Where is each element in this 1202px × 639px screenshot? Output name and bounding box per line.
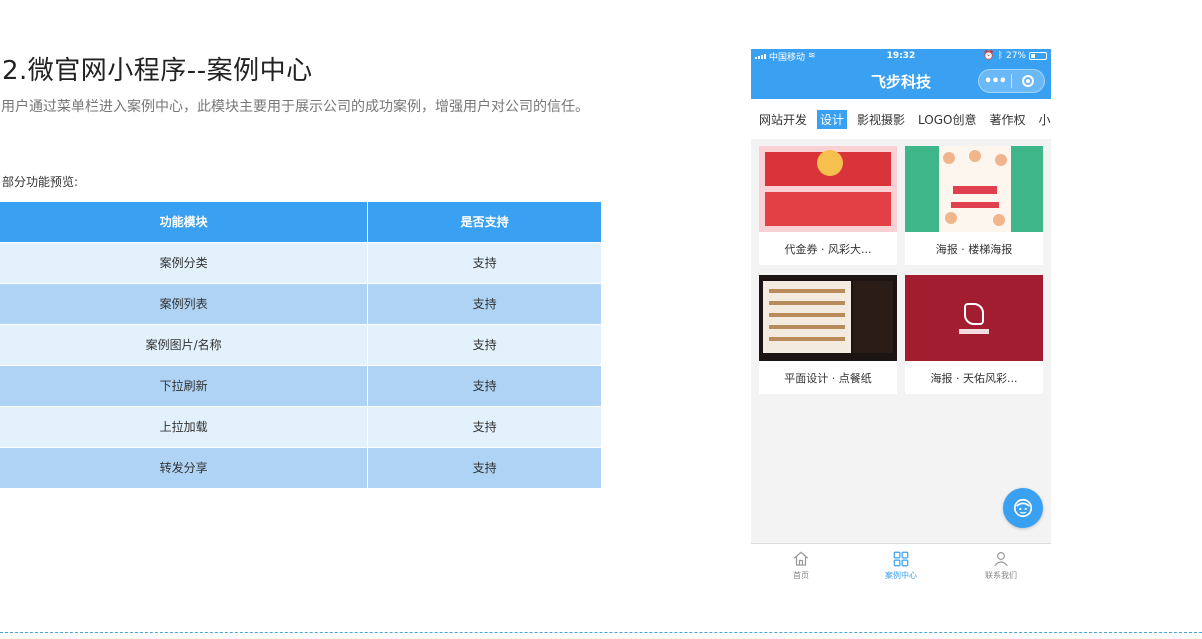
section-divider — [0, 632, 1202, 633]
module-cell: 上拉加载 — [0, 405, 369, 447]
capsule-menu: ••• — [978, 69, 1045, 93]
status-bar: 中国移动 ≋ 19:32 ⏰ ᛒ 27% — [751, 49, 1051, 63]
header-support: 是否支持 — [367, 202, 601, 242]
tab-logo[interactable]: LOGO创意 — [915, 110, 979, 129]
customer-service-button[interactable] — [1003, 488, 1043, 528]
nav-bar: 飞步科技 ••• — [751, 63, 1051, 99]
case-card[interactable]: 平面设计 · 点餐纸 — [759, 275, 897, 394]
tab-video-photo[interactable]: 影视摄影 — [854, 110, 908, 129]
support-cell: 支持 — [367, 323, 601, 365]
tabbar-home[interactable]: 首页 — [751, 544, 851, 589]
bottom-tab-bar: 首页 案例中心 联系我们 — [751, 543, 1051, 589]
section-title: 2.微官网小程序--案例中心 — [2, 56, 313, 86]
module-cell: 下拉刷新 — [0, 364, 369, 406]
table-row: 案例图片/名称 支持 — [0, 323, 601, 365]
table-row: 案例分类 支持 — [0, 241, 601, 283]
case-card[interactable]: 海报 · 楼梯海报 — [905, 146, 1043, 265]
case-thumbnail — [759, 146, 897, 232]
home-icon — [793, 551, 809, 566]
grid-icon — [893, 551, 909, 567]
user-icon — [994, 552, 1008, 567]
table-row: 转发分享 支持 — [0, 446, 601, 488]
tab-website-dev[interactable]: 网站开发 — [756, 110, 810, 129]
module-cell: 案例分类 — [0, 241, 369, 283]
table-header-row: 功能模块 是否支持 — [0, 202, 601, 242]
tabbar-contact[interactable]: 联系我们 — [951, 544, 1051, 589]
support-cell: 支持 — [367, 405, 601, 447]
support-cell: 支持 — [367, 282, 601, 324]
table-row: 案例列表 支持 — [0, 282, 601, 324]
preview-label: 部分功能预览: — [2, 175, 79, 189]
tab-miniprogram[interactable]: 小程 — [1036, 110, 1051, 129]
nav-title: 飞步科技 — [870, 72, 931, 91]
module-cell: 案例图片/名称 — [0, 323, 369, 365]
status-time: 19:32 — [886, 51, 916, 61]
module-cell: 案例列表 — [0, 282, 369, 324]
category-tabs: 网站开发 设计 影视摄影 LOGO创意 著作权 小程 — [751, 99, 1051, 139]
tabbar-label: 首页 — [793, 571, 809, 580]
tab-copyright[interactable]: 著作权 — [987, 110, 1029, 129]
tabbar-case-center[interactable]: 案例中心 — [851, 544, 951, 589]
case-card[interactable]: 海报 · 天佑风彩... — [905, 275, 1043, 394]
table-row: 上拉加载 支持 — [0, 405, 601, 447]
tab-design[interactable]: 设计 — [817, 109, 848, 129]
module-cell: 转发分享 — [0, 446, 369, 488]
table-row: 下拉刷新 支持 — [0, 364, 601, 406]
robot-face-icon — [1013, 498, 1033, 518]
battery-icon — [1029, 52, 1047, 60]
header-module: 功能模块 — [0, 202, 369, 242]
feature-table: 功能模块 是否支持 案例分类 支持 案例列表 支持 案例图片/名称 支持 下拉刷… — [0, 202, 601, 488]
target-icon — [1022, 75, 1034, 87]
support-cell: 支持 — [367, 241, 601, 283]
tabbar-label: 联系我们 — [985, 571, 1017, 580]
case-card[interactable]: 代金券 · 风彩大... — [759, 146, 897, 265]
support-cell: 支持 — [367, 446, 601, 488]
case-caption: 海报 · 天佑风彩... — [930, 371, 1018, 385]
support-cell: 支持 — [367, 364, 601, 406]
case-thumbnail — [759, 275, 897, 361]
case-grid: 代金券 · 风彩大... 海报 · 楼梯海报 平面设计 · 点餐纸 海报 · 天… — [751, 139, 1051, 394]
case-thumbnail — [905, 275, 1043, 361]
section-description: 用户通过菜单栏进入案例中心，此模块主要用于展示公司的成功案例，增强用户对公司的信… — [1, 99, 589, 115]
case-caption: 代金券 · 风彩大... — [784, 242, 872, 256]
case-caption: 平面设计 · 点餐纸 — [784, 371, 872, 385]
close-miniprogram-button[interactable] — [1012, 75, 1044, 87]
phone-preview: 中国移动 ≋ 19:32 ⏰ ᛒ 27% 飞步科技 ••• 网站开发 设计 影视… — [751, 49, 1051, 589]
tabbar-label: 案例中心 — [885, 571, 917, 580]
more-button[interactable]: ••• — [979, 74, 1011, 89]
case-caption: 海报 · 楼梯海报 — [935, 242, 1013, 256]
case-thumbnail — [905, 146, 1043, 232]
